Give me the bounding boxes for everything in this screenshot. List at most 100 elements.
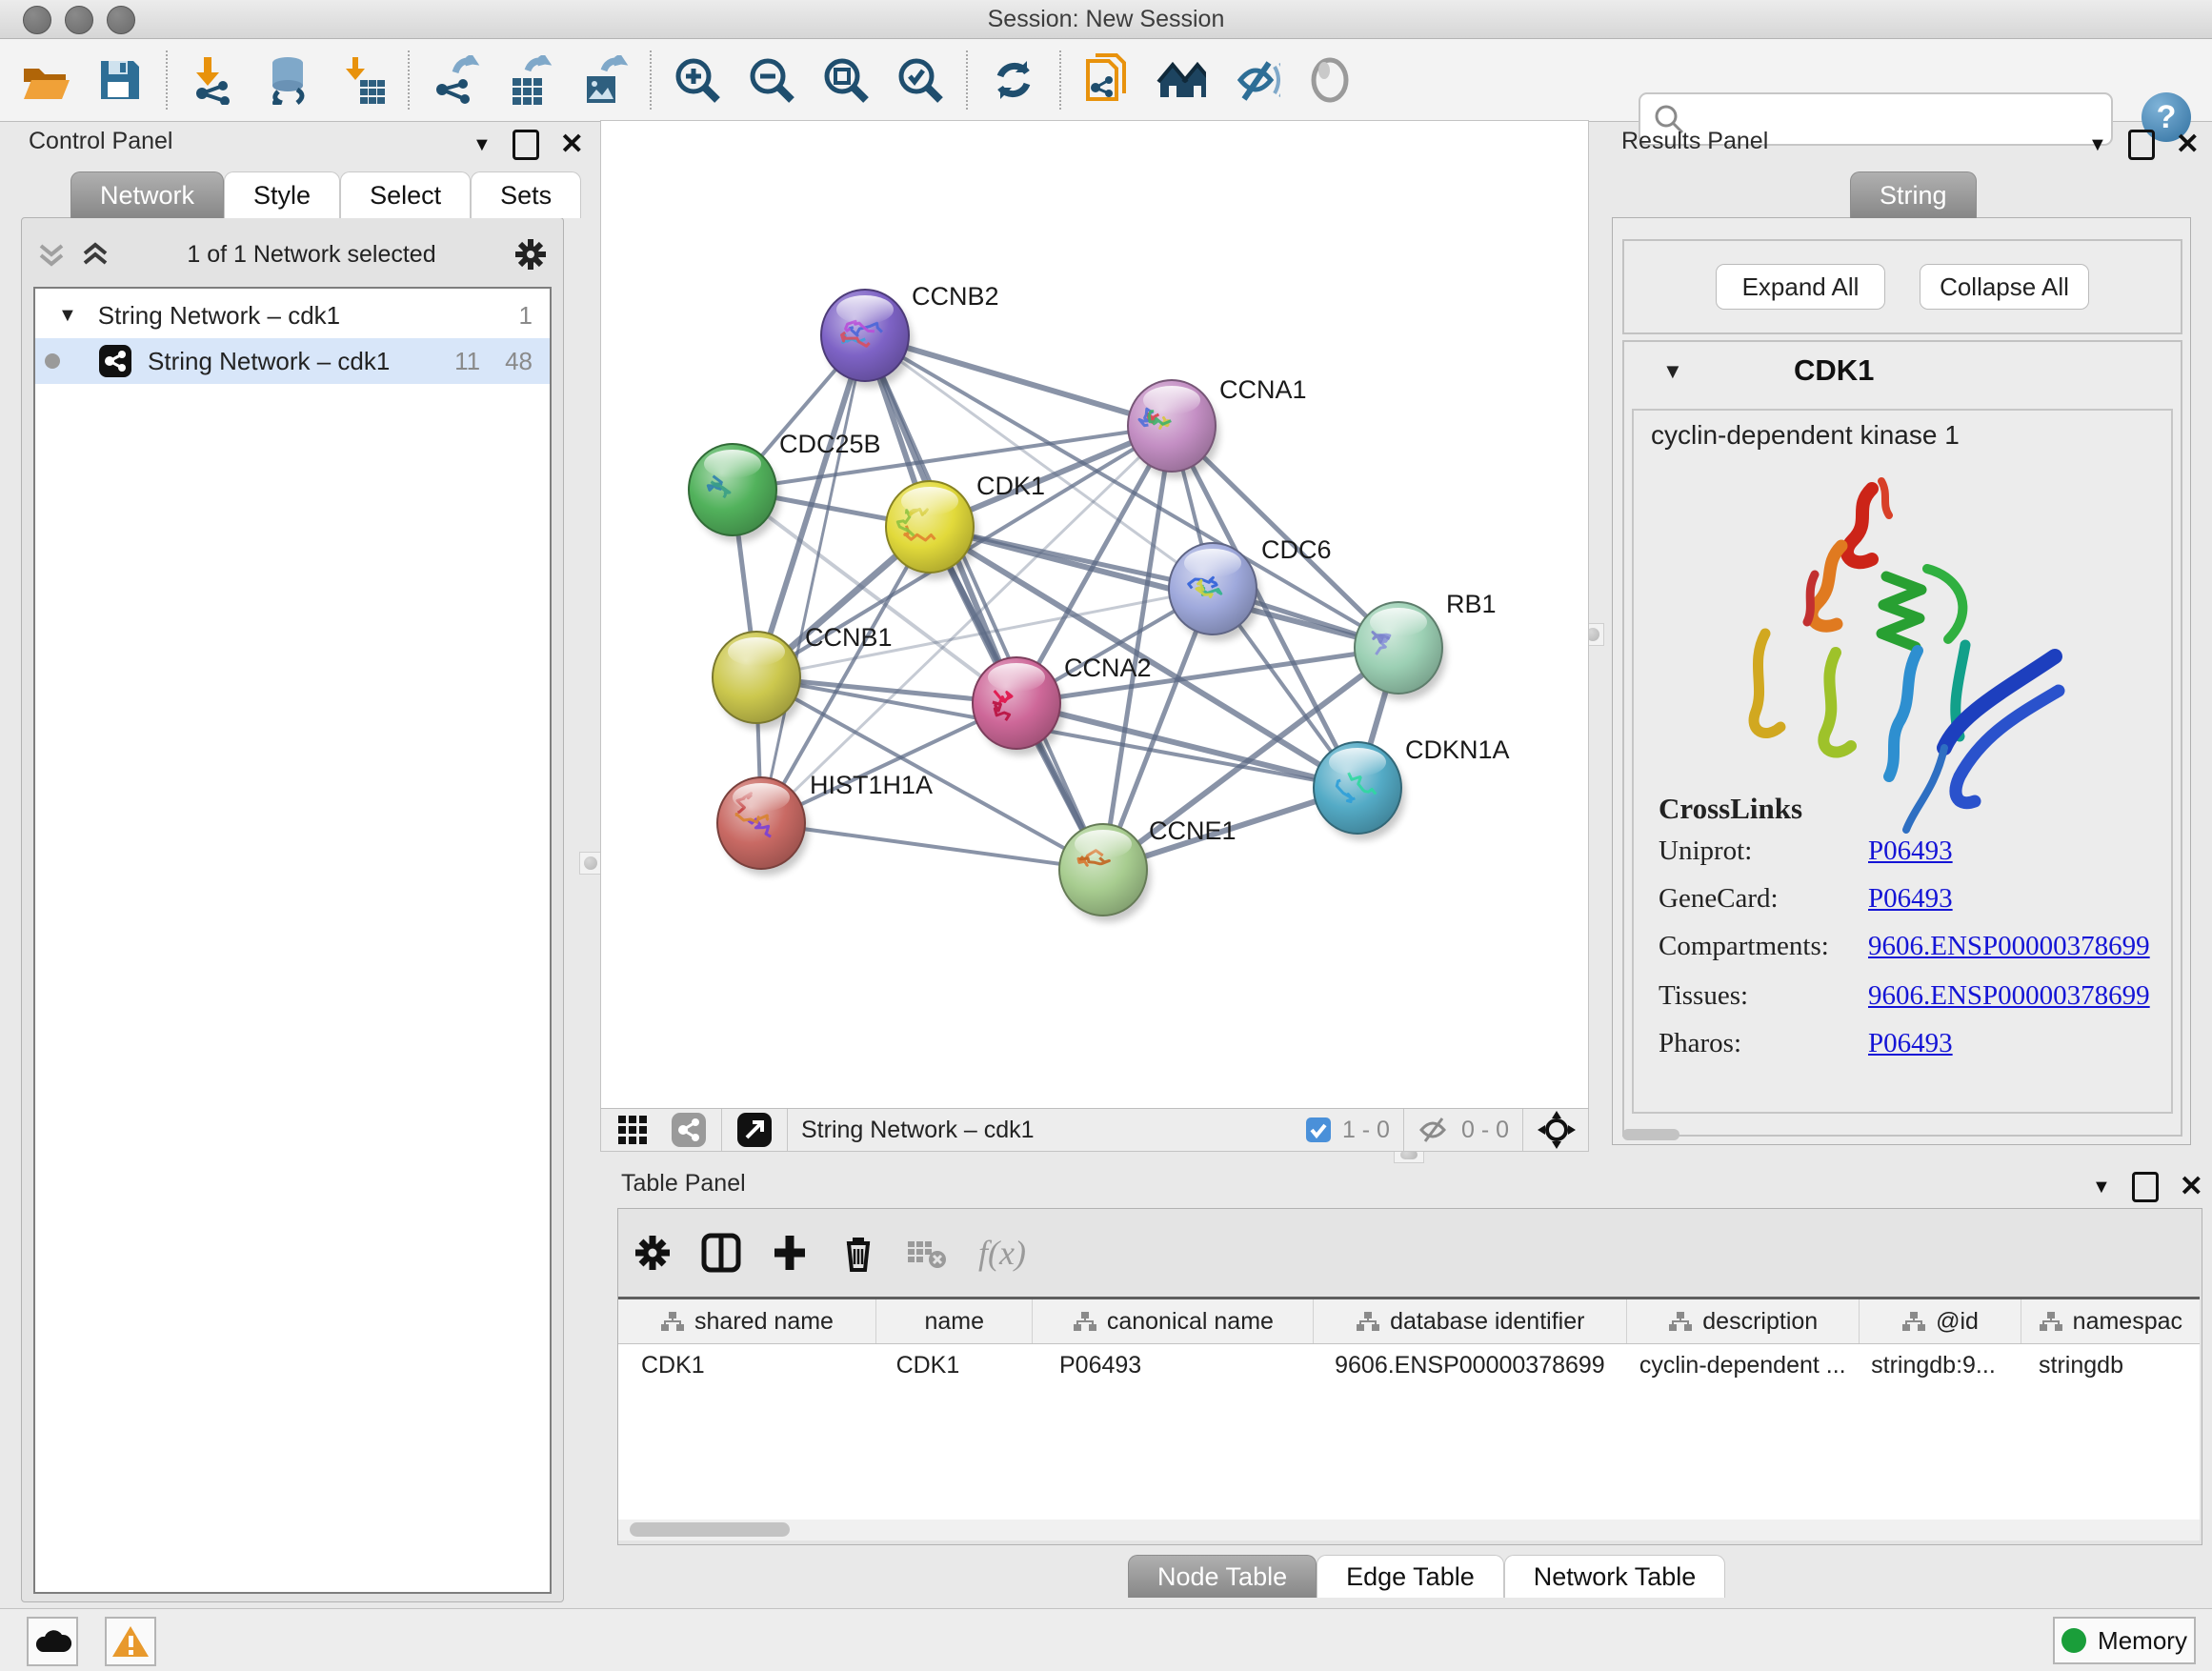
import-database-icon[interactable]	[263, 55, 312, 105]
table-row[interactable]: CDK1 CDK1 P06493 9606.ENSP00000378699 cy…	[618, 1344, 2200, 1386]
open-in-window-icon[interactable]	[735, 1111, 774, 1149]
node-label-RB1: RB1	[1446, 590, 1497, 618]
results-panel-close-icon[interactable]: ✕	[2176, 135, 2200, 154]
import-network-icon[interactable]	[189, 55, 238, 105]
collapse-all-button[interactable]: Collapse All	[1920, 264, 2089, 310]
crosslinks-title: CrossLinks	[1659, 792, 1802, 826]
cloud-button[interactable]	[27, 1617, 78, 1666]
save-icon[interactable]	[95, 55, 145, 105]
export-network-icon[interactable]	[431, 55, 480, 105]
main-toolbar: ?	[0, 39, 2212, 122]
expand-all-button[interactable]: Expand All	[1716, 264, 1885, 310]
column-header-id[interactable]: @id	[1860, 1299, 2021, 1343]
left-splitter-handle[interactable]	[579, 852, 602, 875]
cell-name: CDK1	[874, 1344, 1036, 1386]
network-node-CDC25B[interactable]	[689, 444, 780, 542]
tree-expand-icon[interactable]: ▼	[58, 305, 77, 327]
toolbar-separator	[1403, 1109, 1404, 1151]
tab-style[interactable]: Style	[224, 171, 340, 218]
crosslink-row: Pharos:	[1659, 1028, 1741, 1059]
selected-checkbox-icon[interactable]	[1304, 1116, 1333, 1144]
results-panel-collapse-icon[interactable]: ▼	[2088, 134, 2107, 156]
preview-eye-icon[interactable]	[1305, 55, 1355, 105]
cell-id: stringdb:9...	[1848, 1344, 2016, 1386]
crosslink-link[interactable]: P06493	[1868, 1028, 1953, 1058]
column-header-namespace[interactable]: namespac	[2021, 1299, 2200, 1343]
warning-button[interactable]	[105, 1617, 156, 1666]
zoom-out-icon[interactable]	[747, 55, 796, 105]
network-tree-root-row[interactable]: ▼ String Network – cdk1 1	[35, 292, 550, 338]
table-hscrollbar[interactable]	[618, 1520, 2200, 1540]
network-share-icon[interactable]	[670, 1111, 708, 1149]
table-panel-collapse-icon[interactable]: ▼	[2092, 1177, 2111, 1198]
crosslink-link[interactable]: P06493	[1868, 836, 1953, 866]
crosslink-row: Uniprot:	[1659, 836, 1752, 867]
collapse-all-icon[interactable]	[35, 238, 68, 271]
function-builder-icon[interactable]: f(x)	[978, 1233, 1026, 1273]
zoom-fit-icon[interactable]	[821, 55, 871, 105]
table-panel-float-icon[interactable]	[2132, 1172, 2159, 1202]
birdseye-navigator-icon[interactable]	[1537, 1110, 1577, 1150]
network-node-CDK1[interactable]	[886, 481, 977, 579]
network-edge-CCNE1-HIST1H1A[interactable]	[761, 823, 1103, 870]
network-node-RB1[interactable]	[1355, 602, 1446, 700]
zoom-in-icon[interactable]	[673, 55, 722, 105]
expand-all-icon[interactable]	[79, 238, 111, 271]
memory-button[interactable]: Memory	[2053, 1617, 2196, 1664]
control-panel-close-icon[interactable]: ✕	[560, 135, 584, 154]
network-node-CCNA2[interactable]	[973, 657, 1064, 755]
column-type-icon	[660, 1310, 685, 1333]
hide-display-icon[interactable]	[1231, 55, 1280, 105]
tab-edge-table[interactable]: Edge Table	[1317, 1555, 1504, 1598]
crosslink-link[interactable]: 9606.ENSP00000378699	[1868, 931, 2150, 961]
show-columns-icon[interactable]	[700, 1232, 742, 1274]
control-panel-collapse-icon[interactable]: ▼	[473, 134, 492, 156]
refresh-icon[interactable]	[989, 55, 1038, 105]
zoom-selected-icon[interactable]	[895, 55, 945, 105]
network-view-canvas[interactable]: CCNB2CCNA1CDC25BCDK1CDC6RB1CCNB1CCNA2CDK…	[600, 120, 1589, 1110]
table-panel-close-icon[interactable]: ✕	[2180, 1178, 2203, 1197]
gene-description: cyclin-dependent kinase 1	[1651, 420, 1960, 451]
network-selected-text: 1 of 1 Network selected	[111, 241, 512, 269]
open-folder-icon[interactable]	[21, 55, 70, 105]
grid-view-icon[interactable]	[616, 1112, 653, 1148]
crosslink-link[interactable]: 9606.ENSP00000378699	[1868, 980, 2150, 1011]
tab-node-table[interactable]: Node Table	[1128, 1555, 1317, 1598]
tab-sets[interactable]: Sets	[471, 171, 581, 218]
results-hscrollbar-thumb[interactable]	[1622, 1129, 1679, 1140]
export-image-icon[interactable]	[579, 55, 629, 105]
node-label-CDKN1A: CDKN1A	[1405, 735, 1510, 764]
column-header-canonical-name[interactable]: canonical name	[1033, 1299, 1314, 1343]
network-node-CDKN1A[interactable]	[1314, 742, 1405, 840]
column-header-database-identifier[interactable]: database identifier	[1314, 1299, 1627, 1343]
crosslink-link[interactable]: P06493	[1868, 883, 1953, 914]
column-header-shared-name[interactable]: shared name	[618, 1299, 876, 1343]
results-panel-float-icon[interactable]	[2128, 130, 2155, 160]
home-pages-icon[interactable]	[1156, 55, 1206, 105]
tab-network-table[interactable]: Network Table	[1504, 1555, 1726, 1598]
column-type-icon	[1356, 1310, 1380, 1333]
network-node-CCNE1[interactable]	[1059, 824, 1151, 922]
share-document-icon[interactable]	[1082, 55, 1132, 105]
import-table-icon[interactable]	[337, 55, 387, 105]
network-node-CCNA1[interactable]	[1128, 380, 1219, 478]
column-header-name[interactable]: name	[876, 1299, 1033, 1343]
tab-network[interactable]: Network	[70, 171, 224, 218]
tab-select[interactable]: Select	[340, 171, 471, 218]
hidden-eye-icon[interactable]	[1418, 1116, 1452, 1144]
table-gear-icon[interactable]	[632, 1232, 674, 1274]
network-view-toolbar: String Network – cdk1 1 - 0 0 - 0	[600, 1108, 1589, 1152]
crosslink-value: P06493	[1868, 1028, 1953, 1059]
delete-table-icon[interactable]	[906, 1232, 952, 1274]
column-header-description[interactable]: description	[1627, 1299, 1860, 1343]
export-table-icon[interactable]	[505, 55, 554, 105]
tab-string[interactable]: String	[1850, 171, 1977, 218]
gear-icon[interactable]	[512, 235, 550, 273]
table-hscrollbar-thumb[interactable]	[630, 1522, 790, 1537]
section-collapse-icon[interactable]: ▼	[1662, 359, 1683, 384]
network-tree-row-selected[interactable]: String Network – cdk1 11 48	[35, 338, 550, 384]
crosslink-value: P06493	[1868, 836, 1953, 867]
delete-column-icon[interactable]	[837, 1232, 879, 1274]
control-panel-float-icon[interactable]	[513, 130, 539, 160]
add-column-icon[interactable]	[769, 1232, 811, 1274]
